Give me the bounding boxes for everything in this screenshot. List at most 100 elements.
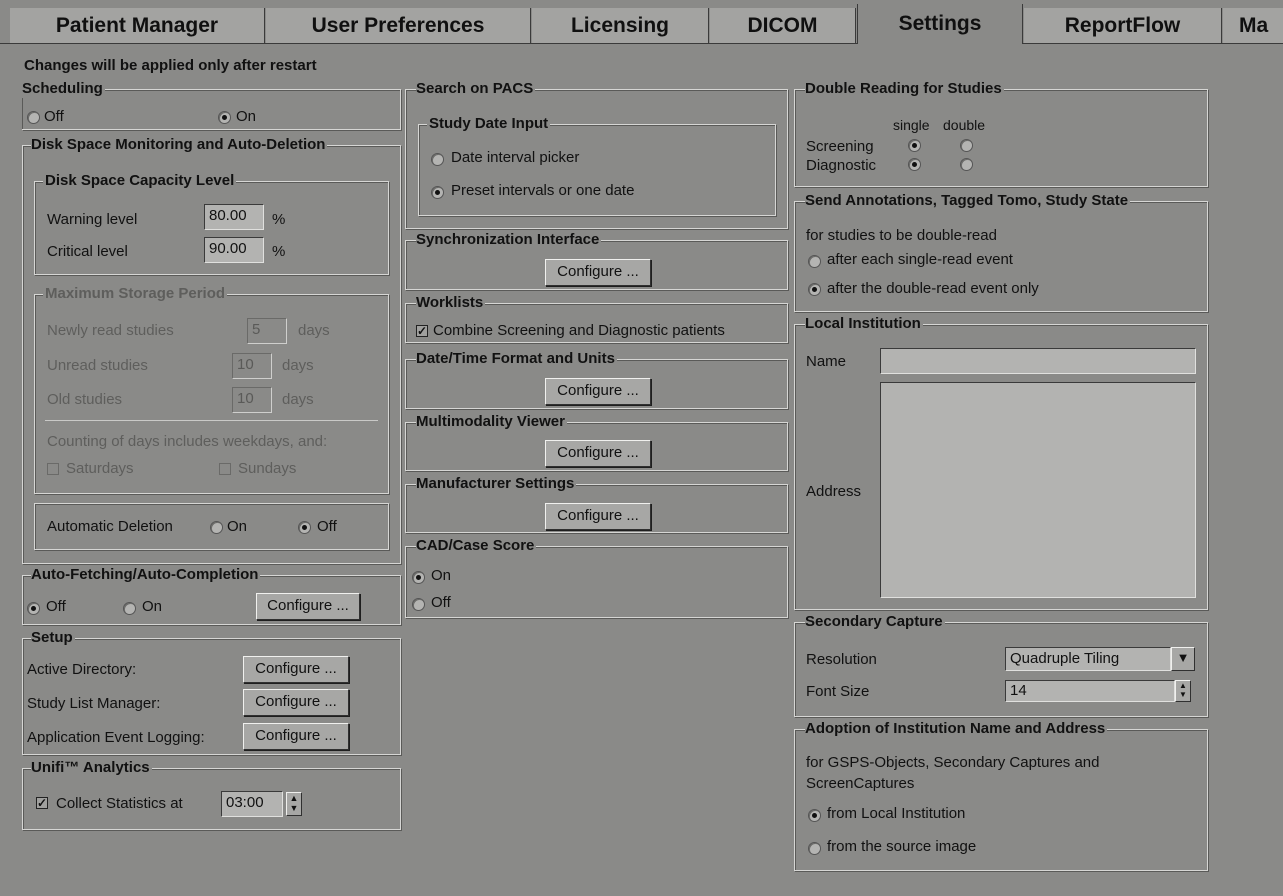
font-size-label: Font Size	[806, 683, 870, 700]
font-size-spinner[interactable]: ▲ ▼	[1175, 680, 1191, 702]
setup-title: Setup	[31, 629, 75, 647]
event-logging-configure-button[interactable]: Configure ...	[243, 723, 349, 750]
tab-settings[interactable]: Settings	[857, 4, 1023, 44]
collect-statistics-checkbox[interactable]: ✓	[36, 797, 48, 809]
manufacturer-title: Manufacturer Settings	[416, 475, 577, 493]
date-interval-picker-radio[interactable]	[431, 153, 444, 166]
study-date-input-title: Study Date Input	[427, 115, 551, 133]
institution-name-input[interactable]	[880, 348, 1196, 374]
cad-on-radio[interactable]	[412, 571, 425, 584]
newly-read-label: Newly read studies	[47, 322, 174, 339]
event-logging-label: Application Event Logging:	[27, 729, 205, 746]
scheduling-off-radio[interactable]	[27, 111, 40, 124]
resolution-dropdown-icon[interactable]: ▼	[1171, 647, 1195, 671]
local-institution-title: Local Institution	[805, 315, 923, 333]
auto-deletion-on-radio[interactable]	[210, 521, 223, 534]
sync-configure-button[interactable]: Configure ...	[545, 259, 651, 286]
from-source-image-radio[interactable]	[808, 842, 821, 855]
from-local-institution-label: from Local Institution	[827, 805, 966, 822]
warning-level-label: Warning level	[47, 211, 138, 228]
mmv-configure-button[interactable]: Configure ...	[545, 440, 651, 467]
from-local-institution-radio[interactable]	[808, 809, 821, 822]
unread-input[interactable]: 10	[232, 353, 272, 379]
sync-title: Synchronization Interface	[416, 231, 602, 249]
send-annotations-desc: for studies to be double-read	[806, 227, 997, 244]
study-list-manager-configure-button[interactable]: Configure ...	[243, 689, 349, 716]
tab-licensing[interactable]: Licensing	[532, 8, 709, 44]
institution-address-textarea[interactable]	[880, 382, 1196, 598]
unread-unit: days	[282, 357, 314, 374]
cad-group: CAD/Case Score	[405, 537, 788, 618]
warning-unit: %	[272, 211, 286, 228]
cad-title: CAD/Case Score	[416, 537, 537, 555]
adoption-desc-line2: ScreenCaptures	[806, 775, 915, 792]
institution-address-label: Address	[806, 483, 862, 500]
font-size-input[interactable]: 14	[1005, 680, 1175, 702]
scheduling-on-radio[interactable]	[218, 111, 231, 124]
scheduling-off-label: Off	[44, 108, 64, 125]
diagnostic-label: Diagnostic	[806, 157, 877, 174]
tab-reportflow[interactable]: ReportFlow	[1024, 8, 1222, 44]
tab-bar: Patient Manager User Preferences Licensi…	[0, 0, 1283, 44]
tab-patient-manager[interactable]: Patient Manager	[10, 8, 265, 44]
study-list-manager-label: Study List Manager:	[27, 695, 161, 712]
old-studies-input[interactable]: 10	[232, 387, 272, 413]
storage-divider	[45, 420, 378, 421]
autofetch-off-radio[interactable]	[27, 602, 40, 615]
after-each-radio[interactable]	[808, 255, 821, 268]
tab-more[interactable]: Ma	[1223, 8, 1283, 44]
after-double-radio[interactable]	[808, 283, 821, 296]
diagnostic-single-radio[interactable]	[908, 158, 921, 171]
after-each-label: after each single-read event	[827, 251, 1013, 268]
saturdays-checkbox[interactable]	[47, 463, 59, 475]
autofetch-configure-button[interactable]: Configure ...	[256, 593, 360, 620]
sundays-label: Sundays	[238, 460, 297, 477]
scheduling-on-label: On	[236, 108, 257, 125]
single-column-header: single	[893, 117, 930, 133]
critical-level-input[interactable]: 90.00	[204, 237, 264, 263]
screening-label: Screening	[806, 138, 874, 155]
from-source-image-label: from the source image	[827, 838, 977, 855]
sundays-checkbox[interactable]	[219, 463, 231, 475]
tab-user-preferences[interactable]: User Preferences	[266, 8, 531, 44]
datetime-configure-button[interactable]: Configure ...	[545, 378, 651, 405]
unread-label: Unread studies	[47, 357, 148, 374]
diagnostic-double-radio[interactable]	[960, 158, 973, 171]
newly-read-unit: days	[298, 322, 330, 339]
double-column-header: double	[943, 117, 986, 133]
autofetch-on-radio[interactable]	[123, 602, 136, 615]
warning-level-input[interactable]: 80.00	[204, 204, 264, 230]
capacity-title: Disk Space Capacity Level	[43, 172, 237, 190]
storage-period-title: Maximum Storage Period	[43, 285, 228, 303]
preset-intervals-radio[interactable]	[431, 186, 444, 199]
auto-deletion-off-radio[interactable]	[298, 521, 311, 534]
critical-unit: %	[272, 243, 286, 260]
tab-dicom[interactable]: DICOM	[710, 8, 856, 44]
active-directory-label: Active Directory:	[27, 661, 137, 678]
secondary-capture-title: Secondary Capture	[805, 613, 945, 631]
cad-on-label: On	[431, 567, 452, 584]
manufacturer-configure-button[interactable]: Configure ...	[545, 503, 651, 530]
scheduling-group: Scheduling	[22, 80, 401, 130]
collect-time-input[interactable]: 03:00	[221, 791, 283, 817]
collect-time-spinner[interactable]: ▲ ▼	[286, 792, 302, 816]
disk-monitoring-title: Disk Space Monitoring and Auto-Deletion	[31, 136, 328, 154]
adoption-desc-line1: for GSPS-Objects, Secondary Captures and	[806, 754, 1100, 771]
autofetch-off-label: Off	[46, 598, 66, 615]
date-interval-picker-label: Date interval picker	[451, 149, 580, 166]
adoption-title: Adoption of Institution Name and Address	[805, 720, 1108, 738]
screening-single-radio[interactable]	[908, 139, 921, 152]
worklists-title: Worklists	[416, 294, 486, 312]
search-pacs-title: Search on PACS	[416, 80, 536, 98]
active-directory-configure-button[interactable]: Configure ...	[243, 656, 349, 683]
combine-patients-checkbox[interactable]: ✓	[416, 325, 428, 337]
institution-name-label: Name	[806, 353, 847, 370]
newly-read-input[interactable]: 5	[247, 318, 287, 344]
resolution-select[interactable]: Quadruple Tiling	[1005, 647, 1171, 671]
cad-off-radio[interactable]	[412, 598, 425, 611]
screening-double-radio[interactable]	[960, 139, 973, 152]
auto-deletion-on-label: On	[227, 518, 248, 535]
autofetch-on-label: On	[142, 598, 163, 615]
counting-note: Counting of days includes weekdays, and:	[47, 433, 328, 450]
after-double-label: after the double-read event only	[827, 280, 1039, 297]
